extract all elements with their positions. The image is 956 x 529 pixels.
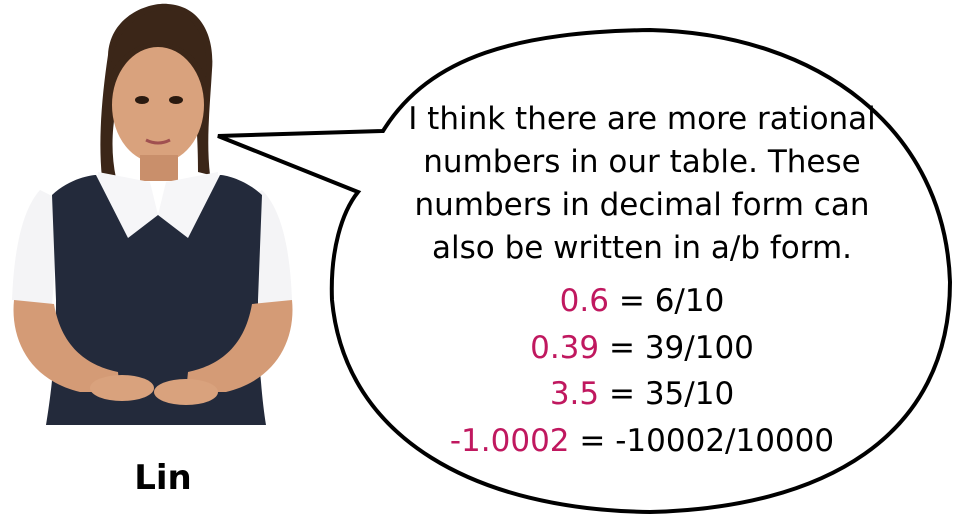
equals-sign: =: [618, 283, 645, 319]
equation-decimal: 0.6: [559, 283, 609, 319]
face: [112, 47, 204, 163]
equation-fraction: 35/10: [644, 376, 735, 412]
speech-line-4: also be written in a/b form.: [432, 230, 852, 266]
right-hand: [154, 379, 218, 405]
equation-fraction: 6/10: [654, 283, 725, 319]
left-hand: [90, 375, 154, 401]
equation-decimal: 3.5: [549, 376, 600, 412]
equation-decimal: 0.39: [530, 329, 600, 366]
equation-fraction: 39/100: [644, 329, 754, 366]
speech-line-1: I think there are more rational: [408, 101, 876, 137]
neck: [140, 155, 178, 181]
equation-row: 0.6 = 6/10: [382, 278, 902, 325]
equals-sign: =: [608, 329, 635, 366]
speech-line-3: numbers in decimal form can: [414, 187, 870, 223]
equation-fraction: -10002/10000: [615, 422, 835, 459]
equation-row: 0.39 = 39/100: [382, 325, 902, 372]
left-eye: [135, 96, 149, 104]
speech-text: I think there are more rational numbers …: [382, 98, 902, 270]
equation-list: 0.6 = 6/10 0.39 = 39/100 3.5 = 35/10 -1.…: [382, 278, 902, 464]
right-eye: [169, 96, 183, 104]
speech-line-2: numbers in our table. These: [423, 144, 861, 180]
equation-row: 3.5 = 35/10: [382, 371, 902, 418]
equals-sign: =: [579, 422, 606, 459]
lin-illustration: [12, 3, 293, 425]
equals-sign: =: [608, 376, 635, 412]
character-name: Lin: [134, 458, 192, 498]
equation-row: -1.0002 = -10002/10000: [382, 418, 902, 465]
equation-decimal: -1.0002: [449, 422, 570, 459]
